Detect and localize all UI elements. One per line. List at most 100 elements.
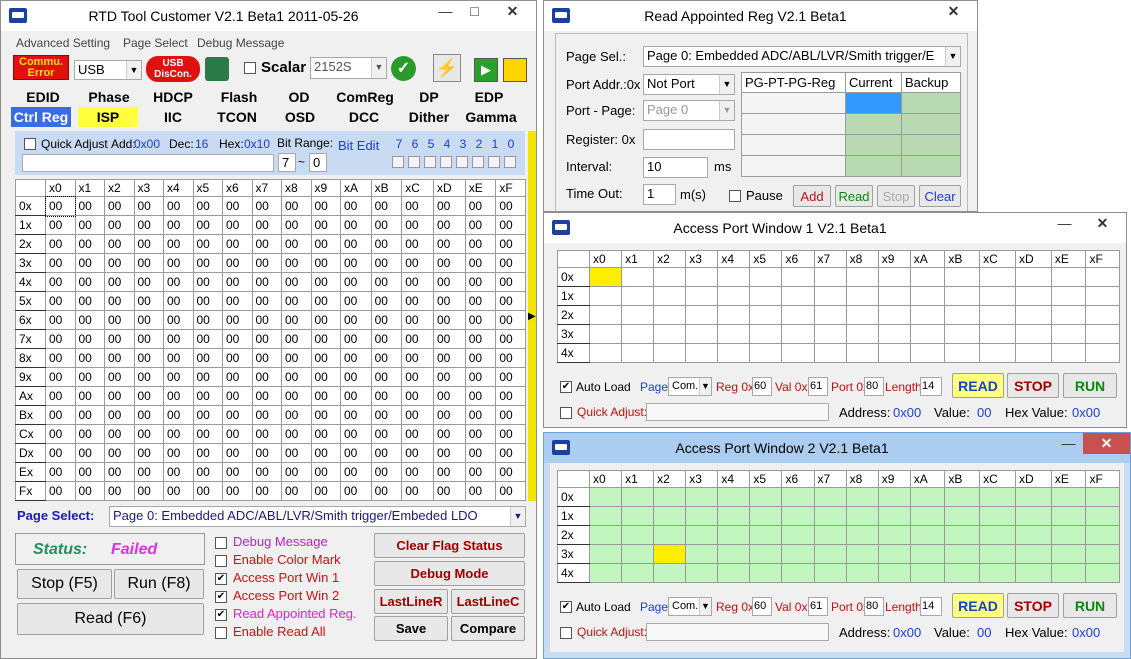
register-cell[interactable]: 00	[133, 443, 164, 463]
register-cell[interactable]: 00	[133, 481, 164, 501]
ap2-titlebar[interactable]: Access Port Window 2 V2.1 Beta1 — ✕	[544, 433, 1130, 463]
port-cell[interactable]	[1014, 506, 1052, 526]
stop-button[interactable]: Stop (F5)	[17, 569, 112, 599]
port-cell[interactable]	[588, 525, 623, 545]
port-cell[interactable]	[1050, 487, 1087, 507]
register-cell[interactable]: 00	[192, 443, 223, 463]
register-cell[interactable]: 00	[310, 234, 341, 254]
port-cell[interactable]	[717, 343, 751, 363]
port-cell[interactable]	[749, 544, 783, 564]
port-cell[interactable]	[909, 267, 946, 287]
register-cell[interactable]: 00	[401, 215, 434, 235]
register-cell[interactable]: 00	[464, 462, 497, 482]
port-cell[interactable]	[1050, 286, 1087, 306]
quick-adjust-slider[interactable]	[646, 623, 829, 641]
register-cell[interactable]: 00	[310, 405, 341, 425]
register-cell[interactable]: 00	[104, 348, 135, 368]
port-cell[interactable]	[909, 286, 946, 306]
register-cell[interactable]: 00	[495, 291, 526, 311]
register-cell[interactable]: 00	[163, 443, 194, 463]
port-cell[interactable]	[781, 525, 815, 545]
port-cell[interactable]	[621, 544, 655, 564]
register-cell[interactable]: 00	[281, 329, 312, 349]
register-cell[interactable]: 00	[133, 196, 164, 216]
register-cell[interactable]: 00	[74, 291, 105, 311]
register-cell[interactable]: 00	[281, 462, 312, 482]
port-cell[interactable]	[685, 267, 719, 287]
register-cell[interactable]: 00	[432, 310, 466, 330]
register-cell[interactable]: 00	[370, 215, 403, 235]
register-cell[interactable]: 00	[251, 196, 282, 216]
port-cell[interactable]	[813, 525, 847, 545]
port-cell[interactable]	[653, 487, 687, 507]
menu-advanced-setting[interactable]: Advanced Setting	[16, 36, 110, 50]
register-cell[interactable]: 00	[401, 462, 434, 482]
register-cell[interactable]: 00	[310, 424, 341, 444]
register-cell[interactable]: 00	[222, 424, 253, 444]
port-cell[interactable]	[1014, 487, 1052, 507]
register-cell[interactable]: 00	[192, 348, 223, 368]
interval-input[interactable]: 10	[643, 157, 708, 178]
register-cell[interactable]: 00	[432, 405, 466, 425]
register-cell[interactable]: 00	[251, 234, 282, 254]
register-cell[interactable]: 00	[163, 329, 194, 349]
register-cell[interactable]: 00	[401, 272, 434, 292]
register-cell[interactable]: 00	[163, 253, 194, 273]
port-cell[interactable]	[979, 343, 1016, 363]
register-cell[interactable]: 00	[222, 462, 253, 482]
register-cell[interactable]: 00	[432, 291, 466, 311]
page-sel-dropdown[interactable]: Page 0: Embedded ADC/ABL/LVR/Smith trigg…	[643, 46, 961, 67]
register-cell[interactable]: 00	[45, 481, 76, 501]
register-input[interactable]	[643, 129, 735, 150]
register-cell[interactable]: 00	[432, 443, 466, 463]
port-cell[interactable]	[845, 563, 879, 583]
port-cell[interactable]	[944, 305, 981, 325]
register-cell[interactable]: 00	[340, 443, 372, 463]
register-cell[interactable]: 00	[495, 253, 526, 273]
port-cell[interactable]	[685, 563, 719, 583]
port-cell[interactable]	[845, 267, 879, 287]
register-cell[interactable]: 00	[192, 481, 223, 501]
register-cell[interactable]: 00	[401, 443, 434, 463]
reg-table-cell[interactable]	[845, 92, 902, 114]
port-cell[interactable]	[1014, 324, 1052, 344]
register-cell[interactable]: 00	[401, 329, 434, 349]
port-addr-dropdown[interactable]: Not Port ▼	[643, 74, 735, 95]
register-cell[interactable]: 00	[401, 386, 434, 406]
port-cell[interactable]	[845, 544, 879, 564]
port-cell[interactable]	[1014, 563, 1052, 583]
port-cell[interactable]	[979, 525, 1016, 545]
register-cell[interactable]: 00	[281, 386, 312, 406]
port-cell[interactable]	[653, 525, 687, 545]
register-cell[interactable]: 00	[104, 291, 135, 311]
lastlinec-button[interactable]: LastLineC	[451, 589, 525, 614]
register-cell[interactable]: 00	[104, 329, 135, 349]
register-cell[interactable]: 00	[432, 481, 466, 501]
option-checkbox[interactable]	[215, 537, 227, 549]
port-cell[interactable]	[653, 563, 687, 583]
port-cell[interactable]	[845, 343, 879, 363]
port-cell[interactable]	[845, 324, 879, 344]
port-cell[interactable]	[1085, 544, 1120, 564]
register-cell[interactable]: 00	[281, 367, 312, 387]
register-cell[interactable]: 00	[74, 329, 105, 349]
register-cell[interactable]: 00	[222, 405, 253, 425]
port-cell[interactable]	[909, 563, 946, 583]
tab-osd[interactable]: OSD	[270, 107, 330, 127]
register-cell[interactable]: 00	[251, 462, 282, 482]
port-cell[interactable]	[909, 343, 946, 363]
register-cell[interactable]: 00	[464, 424, 497, 444]
reg-clear-button[interactable]: Clear	[919, 185, 961, 207]
port-cell[interactable]	[845, 487, 879, 507]
reg-read-button[interactable]: Read	[835, 185, 873, 207]
register-cell[interactable]: 00	[222, 443, 253, 463]
register-cell[interactable]: 00	[370, 348, 403, 368]
register-cell[interactable]: 00	[251, 348, 282, 368]
port-cell[interactable]	[621, 525, 655, 545]
register-cell[interactable]: 00	[495, 443, 526, 463]
register-cell[interactable]: 00	[370, 234, 403, 254]
register-cell[interactable]: 00	[464, 310, 497, 330]
register-cell[interactable]: 00	[340, 234, 372, 254]
port-cell[interactable]	[1050, 267, 1087, 287]
port-cell[interactable]	[1085, 267, 1120, 287]
